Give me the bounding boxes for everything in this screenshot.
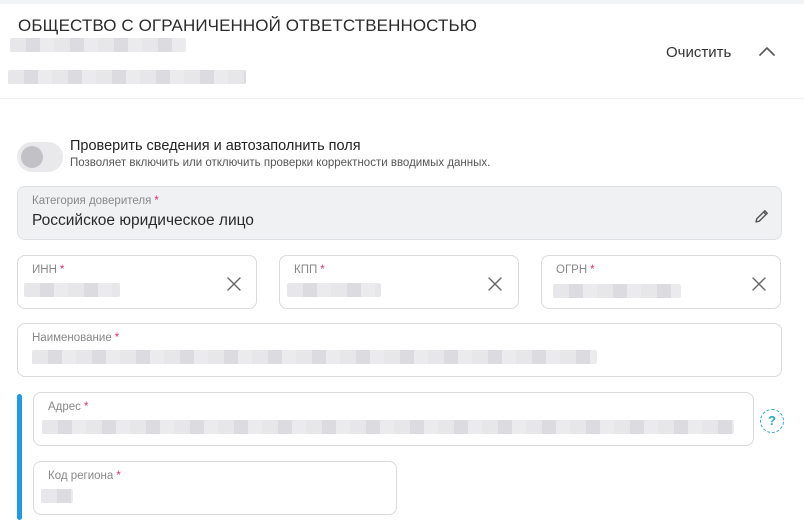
ogrn-field[interactable]: ОГРН *	[541, 255, 781, 309]
clear-button[interactable]: Очистить	[666, 44, 731, 61]
help-icon[interactable]: ?	[760, 409, 784, 433]
autofill-toggle[interactable]	[17, 142, 63, 172]
category-label: Категория доверителя *	[32, 195, 159, 207]
redacted-value	[32, 350, 597, 364]
redacted-value	[553, 284, 681, 298]
autofill-description: Позволяет включить или отключить проверк…	[70, 157, 491, 169]
close-icon[interactable]	[225, 275, 243, 293]
autofill-title: Проверить сведения и автозаполнить поля	[70, 138, 361, 154]
redacted-line	[10, 38, 186, 52]
inn-label: ИНН *	[32, 264, 65, 276]
redacted-value	[41, 489, 73, 503]
name-field[interactable]: Наименование *	[17, 323, 782, 377]
category-field[interactable]: Категория доверителя * Российское юридиче…	[17, 186, 782, 240]
region-code-field[interactable]: Код региона *	[33, 461, 397, 515]
redacted-value	[42, 420, 734, 434]
address-field[interactable]: Адрес *	[33, 392, 754, 446]
name-label: Наименование *	[32, 332, 120, 344]
address-label: Адрес *	[48, 401, 89, 413]
kpp-label: КПП *	[294, 264, 325, 276]
trustor-card: ОБЩЕСТВО С ОГРАНИЧЕННОЙ ОТВЕТСТВЕННОСТЬЮ…	[0, 4, 804, 526]
ogrn-label: ОГРН *	[556, 264, 595, 276]
redacted-value	[287, 283, 381, 297]
inn-field[interactable]: ИНН *	[17, 255, 257, 309]
redacted-value	[24, 283, 120, 297]
redacted-line	[8, 70, 246, 84]
chevron-up-icon[interactable]	[757, 42, 777, 62]
close-icon[interactable]	[750, 275, 768, 293]
close-icon[interactable]	[486, 275, 504, 293]
address-group-accent	[17, 394, 22, 520]
kpp-field[interactable]: КПП *	[279, 255, 519, 309]
org-title: ОБЩЕСТВО С ОГРАНИЧЕННОЙ ОТВЕТСТВЕННОСТЬЮ	[18, 16, 477, 35]
region-code-label: Код региона *	[48, 470, 121, 482]
pencil-icon[interactable]	[753, 207, 771, 225]
toggle-knob	[21, 146, 43, 168]
category-value: Российское юридическое лицо	[32, 212, 254, 229]
card-header: ОБЩЕСТВО С ОГРАНИЧЕННОЙ ОТВЕТСТВЕННОСТЬЮ…	[0, 4, 804, 99]
